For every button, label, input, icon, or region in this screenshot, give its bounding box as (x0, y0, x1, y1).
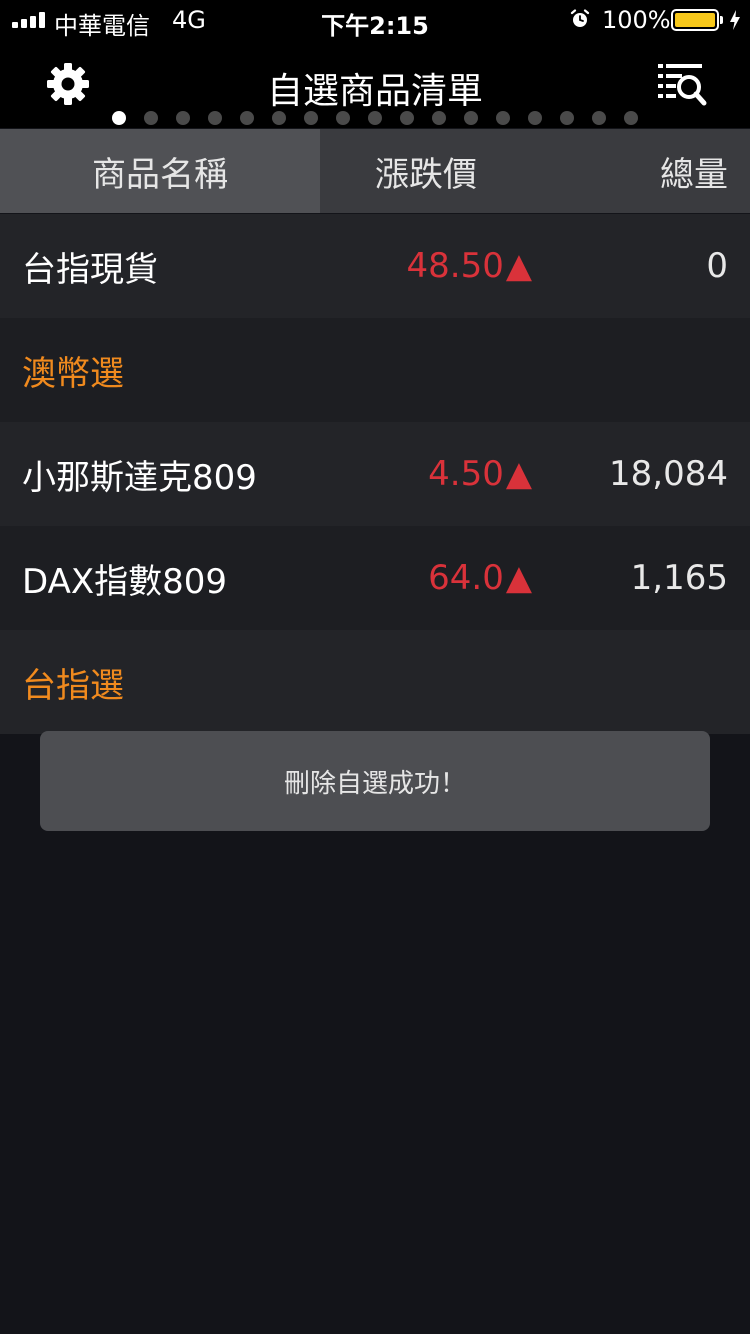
column-header-name[interactable]: 商品名稱 (0, 129, 320, 213)
price-change: 48.50 ▲ (406, 246, 533, 286)
column-header-volume[interactable]: 總量 (660, 129, 728, 213)
page-dot[interactable] (144, 111, 158, 125)
page-dot[interactable] (336, 111, 350, 125)
alarm-icon (570, 9, 590, 27)
table-row[interactable]: 小那斯達克809 4.50 ▲ 18,084 (0, 422, 750, 526)
group-name: 澳幣選 (22, 353, 124, 394)
page-dot[interactable] (560, 111, 574, 125)
search-list-button[interactable] (652, 58, 710, 110)
page-dot[interactable] (272, 111, 286, 125)
page-dot[interactable] (112, 111, 126, 125)
nav-bar: 自選商品清單 (0, 40, 750, 128)
total-volume: 0 (706, 246, 728, 286)
group-name: 台指選 (22, 665, 124, 706)
table-row[interactable]: 台指現貨 48.50 ▲ 0 (0, 214, 750, 318)
battery-icon (671, 9, 719, 31)
total-volume: 18,084 (609, 454, 728, 494)
page-dot[interactable] (496, 111, 510, 125)
battery-nub (720, 16, 723, 24)
group-header[interactable]: 台指選 (0, 630, 750, 734)
product-name: DAX指數809 (22, 561, 228, 602)
price-change: 4.50 ▲ (428, 454, 532, 494)
page-dot[interactable] (368, 111, 382, 125)
page-dot[interactable] (592, 111, 606, 125)
page-dot[interactable] (624, 111, 638, 125)
search-list-icon (658, 64, 707, 106)
product-name: 小那斯達克809 (22, 457, 257, 498)
price-change: 64.0 ▲ (428, 558, 532, 598)
up-arrow-icon: ▲ (505, 246, 532, 286)
page-indicator[interactable] (0, 108, 750, 128)
status-bar: 中華電信 4G 下午2:15 100% (0, 0, 750, 40)
page-dot[interactable] (432, 111, 446, 125)
column-header-change[interactable]: 漲跌價 (320, 129, 532, 213)
page-title: 自選商品清單 (266, 71, 483, 112)
page-dot[interactable] (528, 111, 542, 125)
charging-bolt-icon (730, 10, 740, 30)
table-row[interactable]: DAX指數809 64.0 ▲ 1,165 (0, 526, 750, 630)
page-dot[interactable] (400, 111, 414, 125)
product-name: 台指現貨 (22, 249, 158, 290)
watchlist: 台指現貨 48.50 ▲ 0 澳幣選 小那斯達克809 4.50 ▲ 18,084 … (0, 214, 750, 734)
column-header: 商品名稱 漲跌價 總量 (0, 129, 750, 213)
page-dot[interactable] (208, 111, 222, 125)
page-dot[interactable] (176, 111, 190, 125)
page-dot[interactable] (304, 111, 318, 125)
battery-percent: 100% (602, 6, 671, 34)
up-arrow-icon: ▲ (505, 454, 532, 494)
total-volume: 1,165 (630, 558, 728, 598)
up-arrow-icon: ▲ (505, 558, 532, 598)
page-dot[interactable] (464, 111, 478, 125)
group-header[interactable]: 澳幣選 (0, 318, 750, 422)
toast-message: 刪除自選成功！ (40, 731, 710, 831)
page-dot[interactable] (240, 111, 254, 125)
